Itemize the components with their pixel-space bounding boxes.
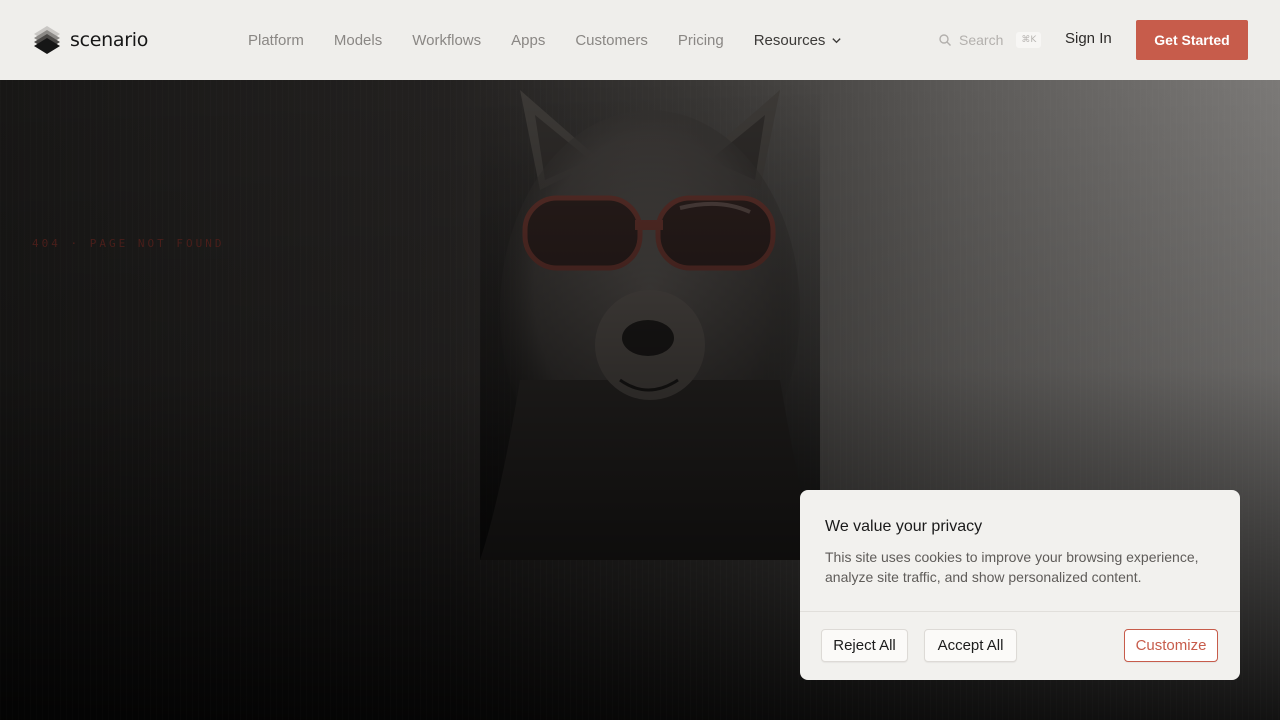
get-started-button[interactable]: Get Started (1136, 20, 1248, 60)
nav-item-apps[interactable]: Apps (511, 32, 545, 49)
wolf-with-goggles-image (480, 80, 820, 560)
nav-item-platform[interactable]: Platform (248, 32, 304, 49)
cookie-title: We value your privacy (825, 518, 983, 535)
main-nav: Platform Models Workflows Apps Customers… (248, 0, 842, 80)
brand-logo-link[interactable]: scenario (32, 24, 148, 56)
reject-all-button[interactable]: Reject All (821, 629, 908, 662)
nav-item-customers[interactable]: Customers (575, 32, 648, 49)
nav-item-pricing[interactable]: Pricing (678, 32, 724, 49)
cookie-consent-banner: We value your privacy This site uses coo… (800, 490, 1240, 680)
brand-name: scenario (70, 29, 149, 51)
sign-in-link[interactable]: Sign In (1065, 30, 1112, 47)
layered-diamond-logo-icon (34, 26, 60, 54)
nav-item-resources[interactable]: Resources (754, 32, 843, 49)
accept-all-button[interactable]: Accept All (924, 629, 1017, 662)
page: scenario Platform Models Workflows Apps … (0, 0, 1280, 720)
search-shortcut-badge: ⌘K (1016, 32, 1042, 48)
nav-item-models[interactable]: Models (334, 32, 382, 49)
chevron-down-icon (832, 37, 842, 43)
error-label: 404 · PAGE NOT FOUND (32, 237, 225, 250)
nav-item-workflows[interactable]: Workflows (412, 32, 481, 49)
cookie-description: This site uses cookies to improve your b… (825, 549, 1199, 585)
cookie-divider (800, 611, 1240, 612)
nav-item-resources-label: Resources (753, 31, 826, 49)
site-header: scenario Platform Models Workflows Apps … (0, 0, 1280, 80)
search-box[interactable]: Search ⌘K (938, 28, 1042, 52)
search-icon (939, 34, 951, 46)
customize-button[interactable]: Customize (1124, 629, 1218, 662)
search-placeholder: Search (959, 32, 1004, 48)
